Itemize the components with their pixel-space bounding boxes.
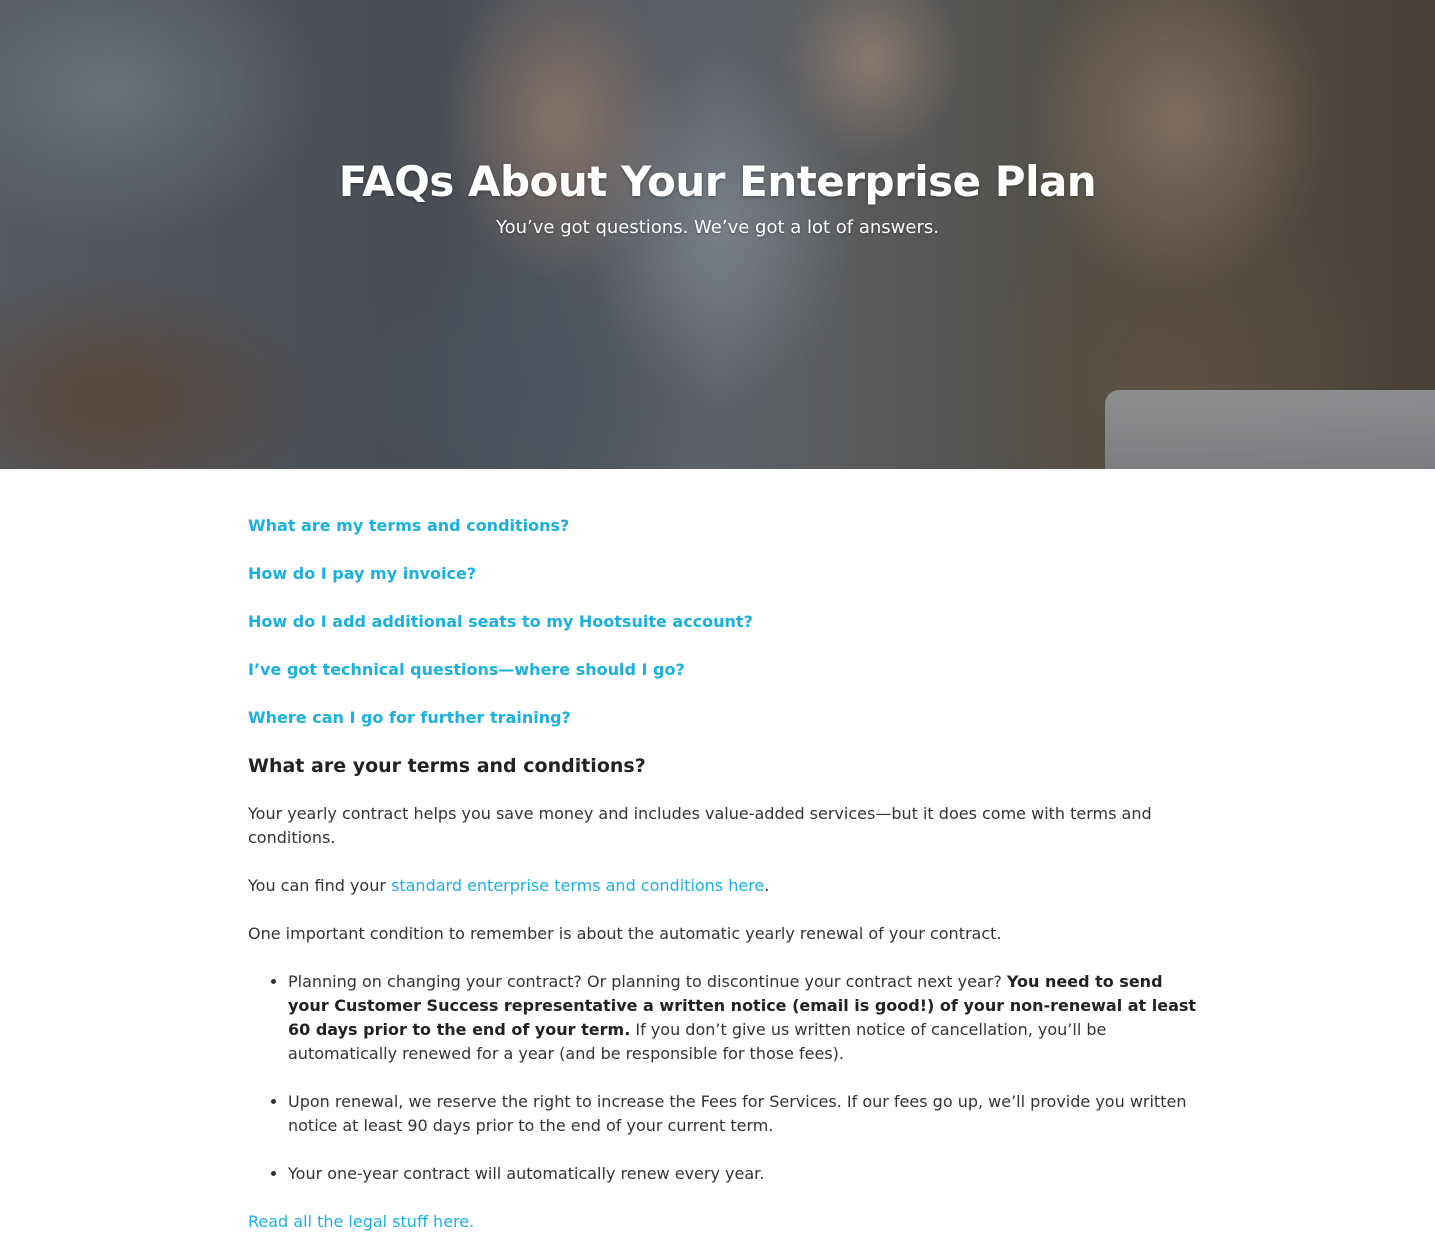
list-item: Your one-year contract will automaticall… <box>288 1162 1198 1186</box>
faq-list-item: I’ve got technical questions—where shoul… <box>248 658 1198 682</box>
legal-link[interactable]: Read all the legal stuff here. <box>248 1212 474 1231</box>
terms-find-paragraph: You can find your standard enterprise te… <box>248 874 1198 898</box>
page-subtitle: You’ve got questions. We’ve got a lot of… <box>496 217 939 238</box>
hero-banner: FAQs About Your Enterprise Plan You’ve g… <box>0 0 1435 469</box>
faq-link-invoice[interactable]: How do I pay my invoice? <box>248 564 476 583</box>
hero-content: FAQs About Your Enterprise Plan You’ve g… <box>0 154 1435 241</box>
renewal-bullet-list: Planning on changing your contract? Or p… <box>248 970 1198 1186</box>
faq-list-item: Where can I go for further training? <box>248 706 1198 730</box>
terms-intro-paragraph: Your yearly contract helps you save mone… <box>248 804 1152 847</box>
list-item: Upon renewal, we reserve the right to in… <box>288 1090 1198 1138</box>
faq-link-seats[interactable]: How do I add additional seats to my Hoot… <box>248 612 753 631</box>
faq-list-item: How do I pay my invoice? <box>248 562 1198 586</box>
bullet-text: Your one-year contract will automaticall… <box>288 1164 765 1183</box>
faq-list-item: How do I add additional seats to my Hoot… <box>248 610 1198 634</box>
terms-find-prefix: You can find your <box>248 876 392 895</box>
faq-link-terms[interactable]: What are my terms and conditions? <box>248 516 569 535</box>
list-item: Planning on changing your contract? Or p… <box>288 970 1198 1066</box>
main-content: What are my terms and conditions? How do… <box>248 514 1198 1234</box>
terms-section-title: What are your terms and conditions? <box>248 755 646 777</box>
bullet-text: Planning on changing your contract? Or p… <box>288 972 1007 991</box>
faq-link-training[interactable]: Where can I go for further training? <box>248 708 571 727</box>
standard-terms-link[interactable]: standard enterprise terms and conditions… <box>391 876 764 895</box>
bullet-text: Upon renewal, we reserve the right to in… <box>288 1092 1187 1135</box>
faq-link-list: What are my terms and conditions? How do… <box>248 514 1198 730</box>
renewal-paragraph: One important condition to remember is a… <box>248 924 1002 943</box>
page-title: FAQs About Your Enterprise Plan <box>338 157 1097 206</box>
faq-link-technical[interactable]: I’ve got technical questions—where shoul… <box>248 660 685 679</box>
terms-find-suffix: . <box>764 876 770 895</box>
faq-list-item: What are my terms and conditions? <box>248 514 1198 538</box>
